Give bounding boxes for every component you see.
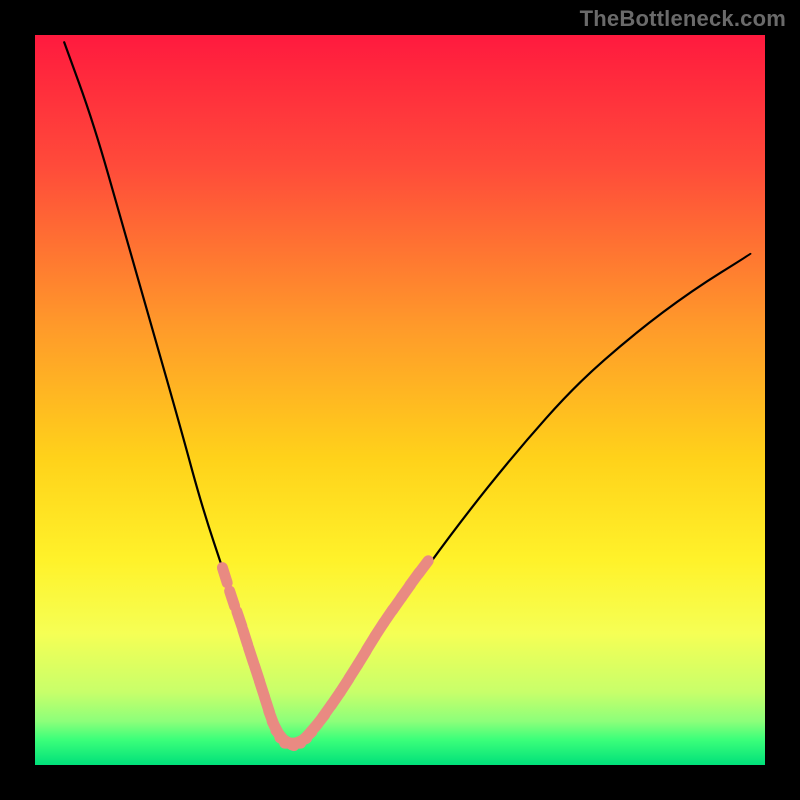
valley-dash (419, 561, 429, 574)
chart-svg (0, 0, 800, 800)
valley-dash (230, 591, 235, 606)
chart-frame: TheBottleneck.com (0, 0, 800, 800)
valley-dash (243, 630, 248, 645)
plot-background (35, 35, 765, 765)
valley-dash (222, 568, 227, 583)
valley-dash (237, 611, 242, 626)
attribution-text: TheBottleneck.com (580, 6, 786, 32)
